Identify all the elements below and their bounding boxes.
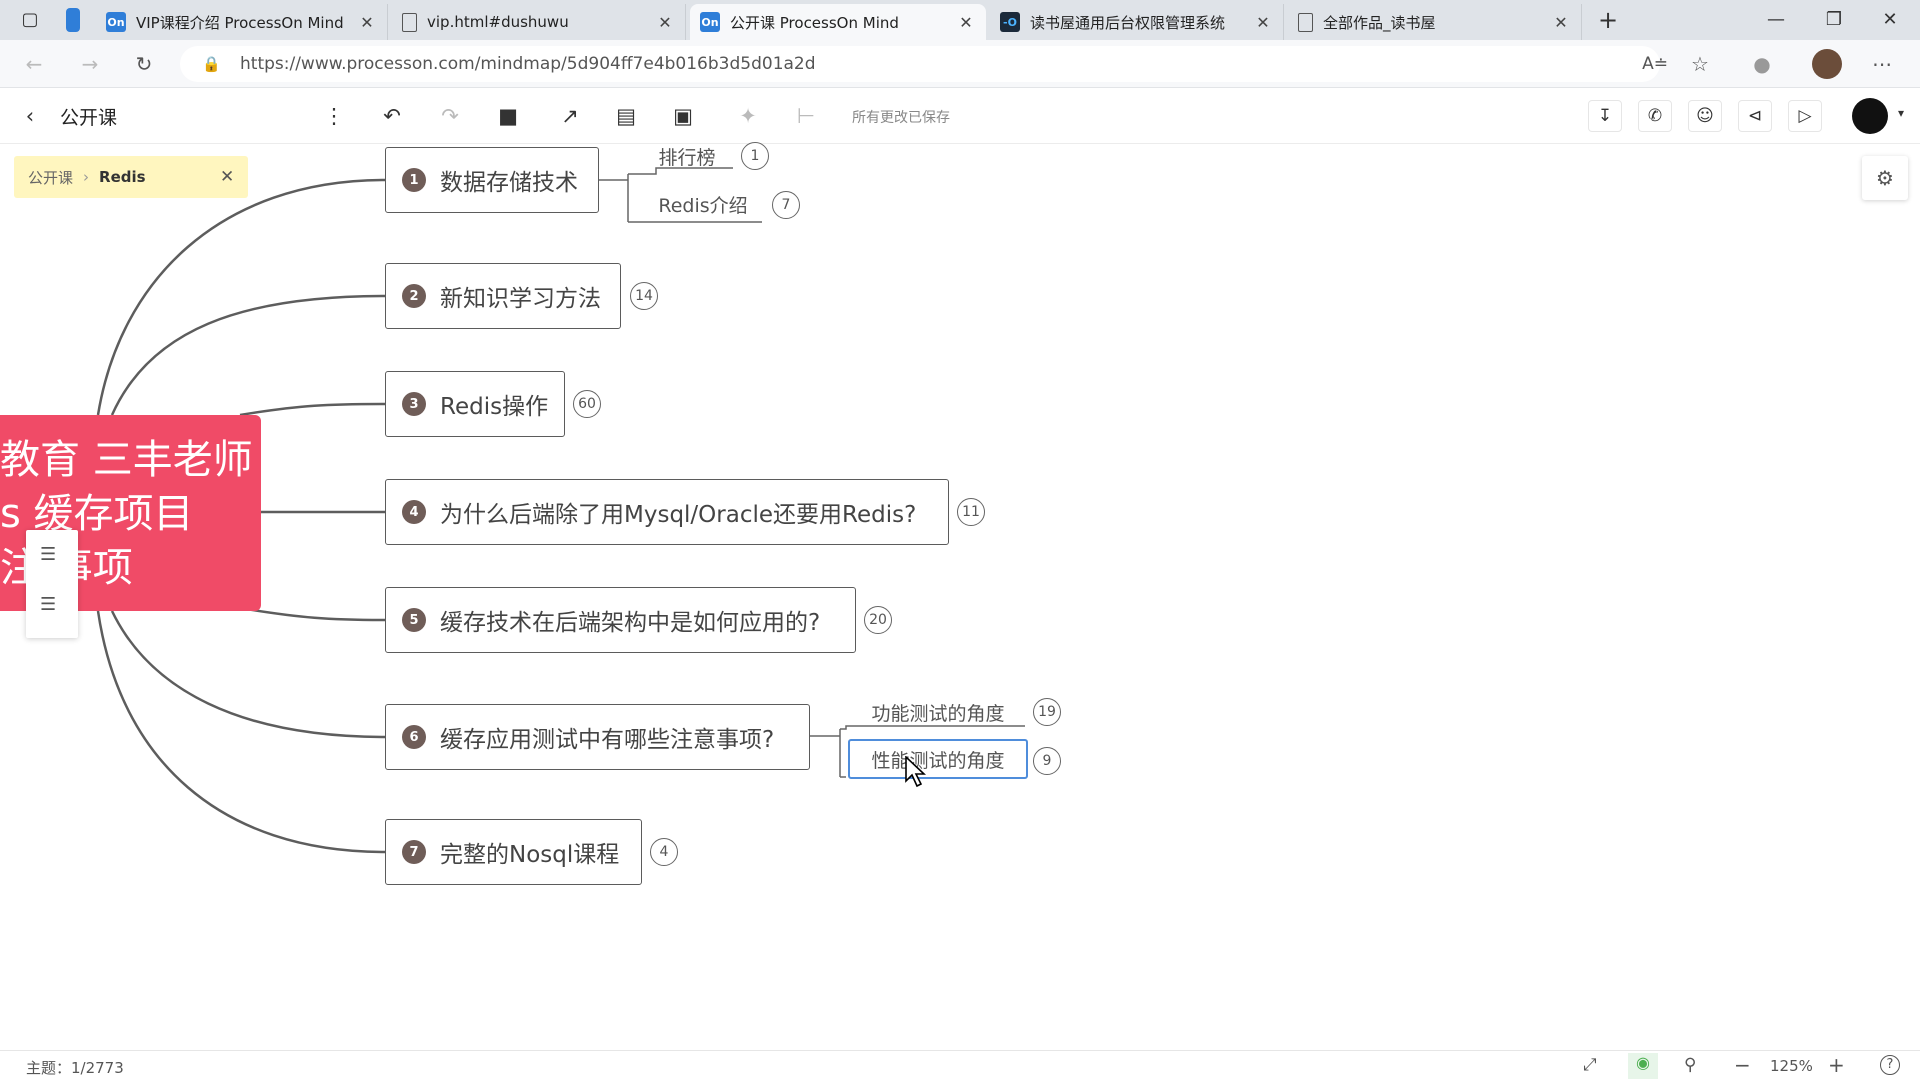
child-count-badge[interactable]: 11 (957, 498, 985, 526)
topic-node-4[interactable]: 4 为什么后端除了用Mysql/Oracle还要用Redis? (385, 479, 949, 545)
zoom-out-button[interactable]: − (1734, 1053, 1751, 1077)
child-count-badge[interactable]: 20 (864, 606, 892, 634)
topic-number: 7 (402, 840, 426, 864)
child-count-badge[interactable]: 19 (1033, 698, 1061, 726)
fit-screen-icon[interactable]: ⤢ (1583, 1055, 1597, 1075)
child-count-badge[interactable]: 1 (741, 142, 769, 170)
connector-topic-2 (110, 294, 386, 416)
topic-label: 缓存应用测试中有哪些注意事项? (440, 727, 775, 753)
chevron-right-icon: › (83, 168, 90, 186)
child-count-badge[interactable]: 4 (650, 838, 678, 866)
filter-settings-icon[interactable]: ⚙ (1862, 156, 1908, 200)
topic-node-2[interactable]: 2 新知识学习方法 (385, 263, 621, 329)
breadcrumb-current: Redis (99, 168, 146, 186)
topic-label: 新知识学习方法 (440, 286, 601, 312)
eye-icon[interactable]: ◉ (1628, 1053, 1658, 1079)
close-icon[interactable]: ✕ (220, 167, 234, 187)
child-count-badge[interactable]: 60 (573, 390, 601, 418)
zoom-in-button[interactable]: + (1828, 1053, 1845, 1077)
child-count-badge[interactable]: 7 (772, 191, 800, 219)
mindmap-connectors (96, 167, 1025, 854)
topic-number: 2 (402, 284, 426, 308)
topic-label: 为什么后端除了用Mysql/Oracle还要用Redis? (440, 502, 917, 528)
topic-label: 完整的Nosql课程 (440, 842, 620, 868)
zoom-level: 125% (1770, 1057, 1813, 1075)
mouse-cursor-icon (905, 756, 927, 788)
breadcrumb: 公开课 › Redis ✕ (14, 156, 248, 198)
subtopic-performance-testing[interactable]: 性能测试的角度 (848, 739, 1028, 779)
topic-number: 1 (402, 168, 426, 192)
node-float-toolbar: ☰ ☰ (26, 530, 78, 638)
topic-number: 6 (402, 725, 426, 749)
topic-node-1[interactable]: 1 数据存储技术 (385, 147, 599, 213)
subtopic-functional-testing[interactable]: 功能测试的角度 (858, 696, 1018, 728)
topic-label: Redis操作 (440, 394, 549, 420)
connector-topic-5 (239, 606, 386, 622)
topic-node-6[interactable]: 6 缓存应用测试中有哪些注意事项? (385, 704, 810, 770)
help-icon[interactable]: ? (1880, 1055, 1900, 1075)
breadcrumb-parent[interactable]: 公开课 (28, 167, 73, 188)
subtopic-ranking[interactable]: 排行榜 (652, 140, 722, 172)
topic-count: 主题：1/2773 (26, 1059, 124, 1077)
connector-topic-7 (96, 610, 386, 854)
topic-label: 缓存技术在后端架构中是如何应用的? (440, 610, 821, 636)
topic-node-3[interactable]: 3 Redis操作 (385, 371, 565, 437)
topic-number: 4 (402, 500, 426, 524)
menu-icon[interactable]: ☰ (40, 594, 56, 615)
connector-topic-3 (239, 402, 386, 417)
subtopic-redis-intro[interactable]: Redis介绍 (650, 188, 756, 220)
location-icon[interactable]: ⚲ (1684, 1055, 1696, 1075)
status-bar: 主题：1/2773 ⤢ ◉ ⚲ − 125% + ? (0, 1050, 1920, 1080)
topic-number: 3 (402, 392, 426, 416)
root-line: 教育 三丰老师 (0, 437, 253, 483)
connector-topic-6 (110, 610, 386, 739)
child-count-badge[interactable]: 9 (1033, 747, 1061, 775)
topic-node-5[interactable]: 5 缓存技术在后端架构中是如何应用的? (385, 587, 856, 653)
topic-number: 5 (402, 608, 426, 632)
topic-label: 数据存储技术 (440, 170, 578, 196)
child-count-badge[interactable]: 14 (630, 282, 658, 310)
topic-node-7[interactable]: 7 完整的Nosql课程 (385, 819, 642, 885)
list-icon[interactable]: ☰ (40, 544, 56, 565)
